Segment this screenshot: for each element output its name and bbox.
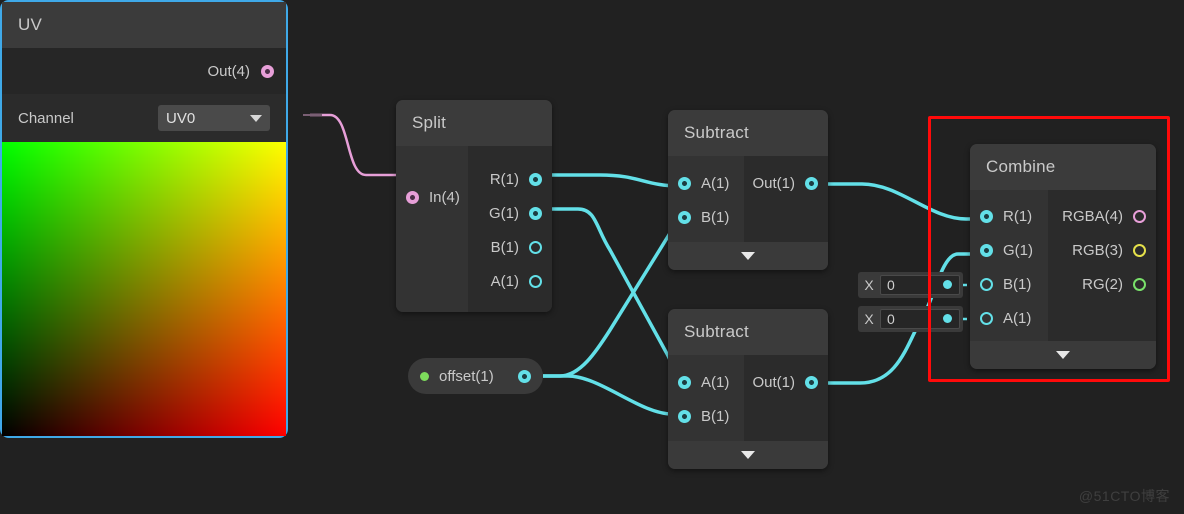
combine-input-a-port[interactable] [980,311,993,325]
subtract-bottom-output-port[interactable] [805,375,818,389]
split-output-g[interactable]: G(1) [468,196,552,230]
split-output-a[interactable]: A(1) [468,264,552,298]
split-output-g-port[interactable] [529,206,542,220]
combine-output-rgba-port[interactable] [1133,209,1146,223]
subtract-top-output-column: Out(1) [744,156,828,242]
wire-subtract-top-out-to-combine-r [822,182,978,221]
chevron-down-icon [1056,351,1070,359]
subtract-bottom-input-a[interactable]: A(1) [668,365,744,399]
subtract-bottom-output-column: Out(1) [744,355,828,441]
combine-output-rgba[interactable]: RGBA(4) [1048,199,1156,233]
node-combine-title: Combine [970,144,1156,190]
node-combine-body: R(1) G(1) B(1) A(1) RGBA(4) RGB(3) RG(2) [970,190,1156,341]
split-output-b-port[interactable] [529,240,542,254]
node-subtract-bottom-body: A(1) B(1) Out(1) [668,355,828,441]
subtract-bottom-input-b-label: B(1) [701,407,730,425]
value-field-x-1-port[interactable] [943,280,952,289]
node-subtract-bottom[interactable]: Subtract A(1) B(1) Out(1) [668,309,828,469]
subtract-bottom-input-b-port[interactable] [678,409,691,423]
combine-input-b-label: B(1) [1003,275,1032,293]
split-output-a-port[interactable] [529,274,542,288]
watermark: @51CTO博客 [1078,488,1170,504]
node-split-body: In(4) R(1) G(1) B(1) A(1) [396,146,552,312]
split-input-column: In(4) [396,146,468,312]
node-subtract-top[interactable]: Subtract A(1) B(1) Out(1) [668,110,828,270]
subtract-bottom-input-a-port[interactable] [678,375,691,389]
node-split[interactable]: Split In(4) R(1) G(1) B(1) A(1) [396,100,552,312]
subtract-top-output-port[interactable] [805,176,818,190]
subtract-top-output-label: Out(1) [752,174,795,192]
chevron-down-icon [741,252,755,260]
offset-output-port[interactable] [518,369,531,383]
subtract-bottom-output-label: Out(1) [752,373,795,391]
combine-input-g-port[interactable] [980,243,993,257]
subtract-top-output[interactable]: Out(1) [744,166,828,200]
node-subtract-bottom-title: Subtract [668,309,828,355]
subtract-top-input-a-port[interactable] [678,176,691,190]
split-output-a-label: A(1) [490,272,519,290]
subtract-top-input-column: A(1) B(1) [668,156,744,242]
chevron-down-icon [741,451,755,459]
wire-uv-to-split [310,113,406,177]
split-in-port[interactable] [406,190,419,204]
combine-input-a-label: A(1) [1003,309,1032,327]
combine-input-r-port[interactable] [980,209,993,223]
node-offset-property[interactable]: offset(1) [408,358,543,394]
wire-split-r-to-subtract-top-a [543,173,684,188]
split-output-g-label: G(1) [489,204,519,222]
node-combine[interactable]: Combine R(1) G(1) B(1) A(1) RGBA(4) RGB(… [970,144,1156,369]
subtract-top-input-b-label: B(1) [701,208,730,226]
combine-output-rg-port[interactable] [1133,277,1146,291]
combine-input-r-label: R(1) [1003,207,1033,225]
offset-label: offset(1) [439,367,494,385]
value-field-x-1-label: X [864,277,874,293]
combine-output-rg-label: RG(2) [1082,275,1123,293]
subtract-top-expander[interactable] [668,242,828,270]
combine-input-b-port[interactable] [980,277,993,291]
subtract-bottom-expander[interactable] [668,441,828,469]
combine-input-g[interactable]: G(1) [970,233,1048,267]
wire-offset-to-subtract-bottom-b [543,374,684,416]
split-output-column: R(1) G(1) B(1) A(1) [468,146,552,312]
subtract-bottom-input-a-label: A(1) [701,373,730,391]
split-output-b[interactable]: B(1) [468,230,552,264]
combine-output-rgb[interactable]: RGB(3) [1048,233,1156,267]
value-field-x-2-port[interactable] [943,314,952,323]
split-output-b-label: B(1) [490,238,519,256]
node-graph-canvas[interactable]: UV Out(4) Channel UV0 Split In(4) R(1) G… [0,0,1184,514]
split-in-label: In(4) [429,188,460,206]
subtract-bottom-output[interactable]: Out(1) [744,365,828,399]
node-subtract-top-title: Subtract [668,110,828,156]
subtract-top-input-b-port[interactable] [678,210,691,224]
split-output-r-port[interactable] [529,172,542,186]
combine-input-r[interactable]: R(1) [970,199,1048,233]
node-split-title: Split [396,100,552,146]
combine-output-column: RGBA(4) RGB(3) RG(2) [1048,190,1156,341]
split-output-r-label: R(1) [489,170,519,188]
combine-input-column: R(1) G(1) B(1) A(1) [970,190,1048,341]
combine-input-b[interactable]: B(1) [970,267,1048,301]
combine-output-rgb-port[interactable] [1133,243,1146,257]
combine-expander[interactable] [970,341,1156,369]
subtract-bottom-input-b[interactable]: B(1) [668,399,744,433]
subtract-top-input-a-label: A(1) [701,174,730,192]
combine-output-rgba-label: RGBA(4) [1062,207,1123,225]
subtract-top-input-b[interactable]: B(1) [668,200,744,234]
subtract-top-input-a[interactable]: A(1) [668,166,744,200]
combine-output-rg[interactable]: RG(2) [1048,267,1156,301]
split-input-in4[interactable]: In(4) [396,180,468,214]
offset-type-dot-icon [420,371,429,381]
split-output-r[interactable]: R(1) [468,162,552,196]
uv-preview-gradient [2,142,286,436]
subtract-bottom-input-column: A(1) B(1) [668,355,744,441]
node-subtract-top-body: A(1) B(1) Out(1) [668,156,828,242]
value-field-x-2-label: X [864,311,874,327]
combine-input-a[interactable]: A(1) [970,301,1048,335]
combine-input-g-label: G(1) [1003,241,1033,259]
combine-output-rgb-label: RGB(3) [1072,241,1123,259]
